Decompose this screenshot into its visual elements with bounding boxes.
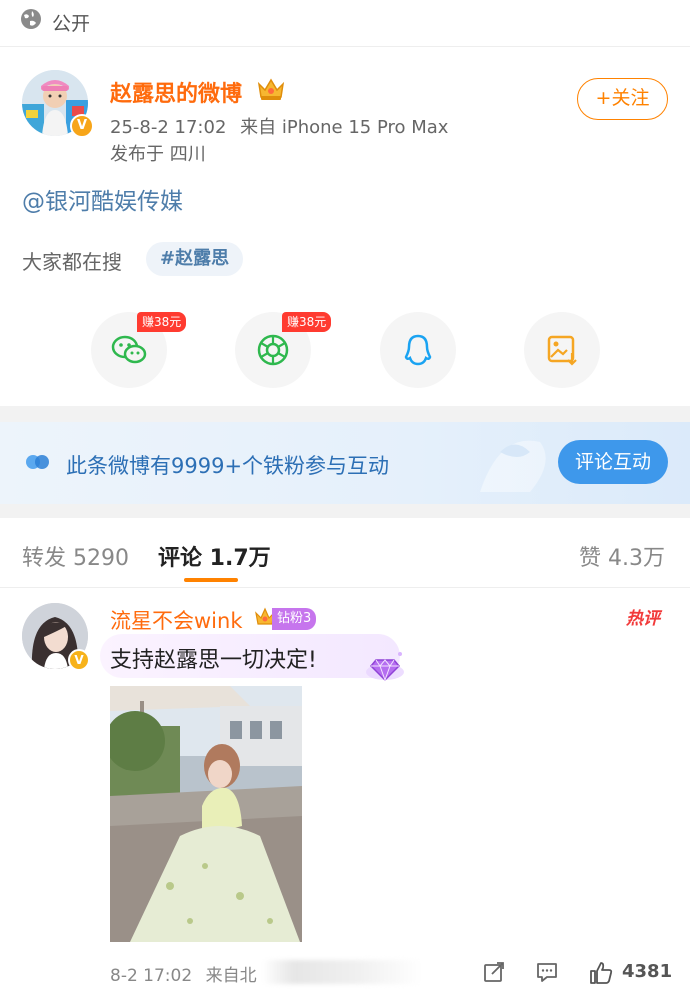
comment-icon[interactable] — [535, 960, 559, 984]
author-name[interactable]: 赵露思的微博 — [110, 76, 242, 108]
wechat-icon — [111, 335, 147, 364]
fan-level-badge: 钻粉3 — [272, 608, 317, 630]
comment-interact-button[interactable]: 评论互动 — [558, 440, 668, 484]
hot-comment-badge: 热评 — [626, 609, 660, 629]
commenter-name[interactable]: 流星不会wink — [110, 605, 242, 635]
comment-source: 来自北 — [205, 966, 257, 986]
post-source: 来自 iPhone 15 Pro Max — [240, 117, 449, 138]
fans-icon — [26, 455, 49, 469]
like-icon[interactable] — [588, 960, 614, 986]
comment-time: 8-2 17:02 — [110, 966, 193, 986]
comment-text: 支持赵露思一切决定! — [110, 648, 317, 673]
visibility-bar: 公开 — [0, 0, 690, 47]
tab-likes[interactable]: 赞 4.3万 — [579, 540, 665, 572]
diamond-gem-icon — [366, 652, 404, 682]
moments-icon — [257, 334, 289, 366]
globe-icon — [21, 9, 41, 29]
section-divider — [0, 406, 690, 422]
follow-button[interactable]: +关注 — [577, 78, 668, 120]
share-icon[interactable] — [482, 960, 506, 984]
tab-comments[interactable]: 评论 1.7万 — [158, 540, 271, 572]
like-count: 4381 — [622, 961, 673, 982]
save-image-button[interactable] — [524, 312, 600, 388]
post-meta: 25-8-2 17:02 来自 iPhone 15 Pro Max — [110, 113, 448, 139]
blurred-area — [262, 960, 422, 984]
visibility-label: 公开 — [52, 13, 91, 35]
tab-repost[interactable]: 转发 5290 — [22, 540, 129, 572]
share-qq-button[interactable] — [380, 312, 456, 388]
mention-link[interactable]: @银河酷娱传媒 — [22, 182, 183, 216]
post-location: 发布于 四川 — [110, 144, 206, 165]
earn-badge: 赚38元 — [282, 312, 332, 332]
fans-interaction-banner: 此条微博有9999+个铁粉参与互动 评论互动 — [0, 422, 690, 504]
save-image-icon — [547, 335, 577, 366]
verified-badge-icon: V — [70, 114, 94, 138]
crown-icon — [257, 78, 285, 100]
active-tab-indicator — [184, 578, 238, 582]
trending-search-label: 大家都在搜 — [22, 250, 122, 274]
banner-decoration-icon — [480, 440, 546, 492]
qq-icon — [404, 334, 432, 366]
section-divider — [0, 504, 690, 518]
comment-photo[interactable] — [110, 686, 302, 942]
fans-banner-text: 此条微博有9999+个铁粉参与互动 — [66, 454, 390, 478]
post-datetime: 25-8-2 17:02 — [110, 117, 227, 138]
author-avatar[interactable]: V — [22, 70, 94, 138]
comment-meta: 8-2 17:02 来自北 — [110, 961, 257, 986]
earn-badge: 赚38元 — [137, 312, 187, 332]
tabs-divider — [0, 587, 690, 588]
verified-badge-icon: V — [68, 649, 90, 671]
search-tag-chip[interactable]: #赵露思 — [146, 242, 244, 276]
